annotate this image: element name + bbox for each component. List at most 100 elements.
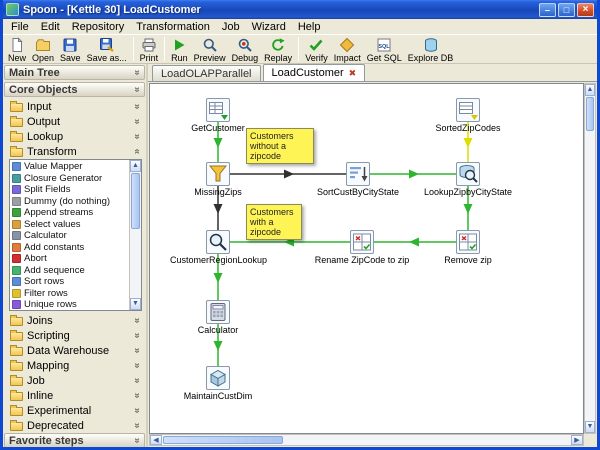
step-item-split-fields[interactable]: Split Fields: [10, 184, 129, 196]
toolbar-button-label: Get SQL: [366, 53, 402, 63]
step-item-add-constants[interactable]: Add constants: [10, 242, 129, 254]
folder-label: Inline: [27, 389, 54, 402]
get-sql-button[interactable]: SQL Get SQL: [364, 36, 405, 64]
replay-icon: [270, 37, 286, 53]
sidebar-folder-scripting[interactable]: Scripting »: [4, 328, 145, 343]
scroll-down-icon[interactable]: ▼: [130, 298, 141, 310]
run-button[interactable]: Run: [168, 36, 191, 64]
sidebar-folder-transform[interactable]: Transform »: [4, 144, 145, 159]
step-item-calculator[interactable]: Calculator: [10, 230, 129, 242]
tab-loadcustomer[interactable]: LoadCustomer ✖: [262, 64, 366, 81]
preview-button[interactable]: Preview: [191, 36, 229, 64]
step-item-closure-generator[interactable]: Closure Generator: [10, 173, 129, 185]
canvas-vertical-scrollbar[interactable]: ▲ ▼: [584, 83, 596, 434]
sidebar-folder-experimental[interactable]: Experimental »: [4, 403, 145, 418]
step-item-abort[interactable]: Abort: [10, 253, 129, 265]
tab-loadolapparallel[interactable]: LoadOLAPParallel: [152, 65, 261, 81]
scroll-up-icon[interactable]: ▲: [130, 160, 141, 172]
sidebar-folder-job[interactable]: Job »: [4, 373, 145, 388]
filter-funnel-icon: [206, 162, 230, 186]
minimize-button[interactable]: –: [539, 2, 556, 17]
step-item-label: Sort rows: [24, 276, 65, 288]
open-button[interactable]: Open: [29, 36, 57, 64]
main-area: LoadOLAPParallel LoadCustomer ✖ Customers …: [148, 64, 597, 447]
step-item-filter-rows[interactable]: Filter rows: [10, 288, 129, 300]
canvas-area: Customers without a zipcode Customers wit…: [149, 83, 596, 446]
transformation-canvas[interactable]: Customers without a zipcode Customers wit…: [149, 83, 584, 434]
step-label: LookupZipbyCityState: [423, 187, 513, 197]
expand-chevron-icon: »: [131, 377, 143, 384]
sidebar-folder-inline[interactable]: Inline »: [4, 388, 145, 403]
menu-transformation[interactable]: Transformation: [130, 20, 216, 34]
step-item-add-sequence[interactable]: Add sequence: [10, 265, 129, 277]
step-item-append-streams[interactable]: Append streams: [10, 207, 129, 219]
debug-button[interactable]: Debug: [229, 36, 262, 64]
explore-db-button[interactable]: Explore DB: [405, 36, 457, 64]
folder-label: Input: [27, 100, 52, 113]
vertical-scroll-thumb[interactable]: [586, 97, 594, 131]
scroll-thumb[interactable]: [131, 173, 140, 229]
step-sortcustbycitystate[interactable]: SortCustByCityState: [310, 162, 406, 197]
sidebar-folder-lookup[interactable]: Lookup »: [4, 129, 145, 144]
tab-close-icon[interactable]: ✖: [349, 68, 357, 78]
menu-wizard[interactable]: Wizard: [246, 20, 292, 34]
menu-repository[interactable]: Repository: [66, 20, 131, 34]
scroll-right-icon[interactable]: ▶: [571, 435, 583, 445]
step-customerregionlookup[interactable]: CustomerRegionLookup: [170, 230, 267, 265]
double-chevron-icon: »: [131, 86, 143, 93]
pane-header-main-tree[interactable]: Main Tree »: [4, 65, 145, 80]
sidebar-folder-output[interactable]: Output »: [4, 114, 145, 129]
spoon-window: Spoon - [Kettle 30] LoadCustomer – □ × F…: [0, 0, 600, 450]
expand-chevron-icon: »: [131, 362, 143, 369]
step-calculator[interactable]: Calculator: [170, 300, 266, 335]
verify-button[interactable]: Verify: [302, 36, 331, 64]
horizontal-scroll-thumb[interactable]: [163, 436, 283, 444]
canvas-note-1[interactable]: Customers without a zipcode: [246, 128, 314, 164]
step-rename-zipcode-to-zip[interactable]: Rename ZipCode to zip: [314, 230, 410, 265]
sidebar-folder-input[interactable]: Input »: [4, 99, 145, 114]
double-chevron-icon: »: [131, 69, 143, 76]
step-getcustomer[interactable]: GetCustomer: [170, 98, 266, 133]
sorted-file-icon: [456, 98, 480, 122]
scroll-down-icon[interactable]: ▼: [585, 421, 595, 433]
scroll-up-icon[interactable]: ▲: [585, 84, 595, 96]
save-as-button[interactable]: Save as...: [84, 36, 130, 64]
folder-label: Output: [27, 115, 61, 128]
hop-arrow-icon: [213, 273, 223, 283]
step-remove-zip[interactable]: Remove zip: [420, 230, 516, 265]
pane-header-favorite-steps[interactable]: Favorite steps »: [4, 433, 145, 447]
canvas-horizontal-scrollbar[interactable]: ◀ ▶: [149, 434, 584, 446]
toolbar-button-label: Print: [139, 53, 159, 63]
step-item-unique-rows[interactable]: Unique rows: [10, 299, 129, 310]
scroll-left-icon[interactable]: ◀: [150, 435, 162, 445]
step-lookupzipbycitystate[interactable]: LookupZipbyCityState: [420, 162, 516, 197]
menu-file[interactable]: File: [5, 20, 35, 34]
title-bar: Spoon - [Kettle 30] LoadCustomer – □ ×: [3, 0, 597, 19]
save-button[interactable]: Save: [57, 36, 84, 64]
step-item-dummy-do-nothing[interactable]: Dummy (do nothing): [10, 196, 129, 208]
sidebar-folder-data-warehouse[interactable]: Data Warehouse »: [4, 343, 145, 358]
transform-list-scrollbar[interactable]: ▲ ▼: [129, 160, 141, 310]
maximize-button[interactable]: □: [558, 2, 575, 17]
step-item-sort-rows[interactable]: Sort rows: [10, 276, 129, 288]
step-sortedzipcodes[interactable]: SortedZipCodes: [420, 98, 516, 133]
menu-edit[interactable]: Edit: [35, 20, 66, 34]
transform-step-list: Value Mapper Closure Generator Split Field…: [9, 159, 142, 311]
print-button[interactable]: Print: [137, 36, 162, 64]
new-button[interactable]: New: [5, 36, 29, 64]
sidebar-folder-deprecated[interactable]: Deprecated »: [4, 418, 145, 433]
step-maintaincustdim[interactable]: MaintainCustDim: [170, 366, 266, 401]
replay-button[interactable]: Replay: [261, 36, 295, 64]
sidebar-folder-joins[interactable]: Joins »: [4, 313, 145, 328]
step-missingzips[interactable]: MissingZips: [170, 162, 266, 197]
step-item-select-values[interactable]: Select values: [10, 219, 129, 231]
menu-help[interactable]: Help: [292, 20, 327, 34]
sidebar-folder-mapping[interactable]: Mapping »: [4, 358, 145, 373]
menu-job[interactable]: Job: [216, 20, 246, 34]
step-item-value-mapper[interactable]: Value Mapper: [10, 161, 129, 173]
impact-button[interactable]: Impact: [331, 36, 364, 64]
dimension-lookup-icon: [206, 366, 230, 390]
close-button[interactable]: ×: [577, 2, 594, 17]
abort-icon: [12, 254, 21, 264]
pane-header-core-objects[interactable]: Core Objects »: [4, 82, 145, 97]
